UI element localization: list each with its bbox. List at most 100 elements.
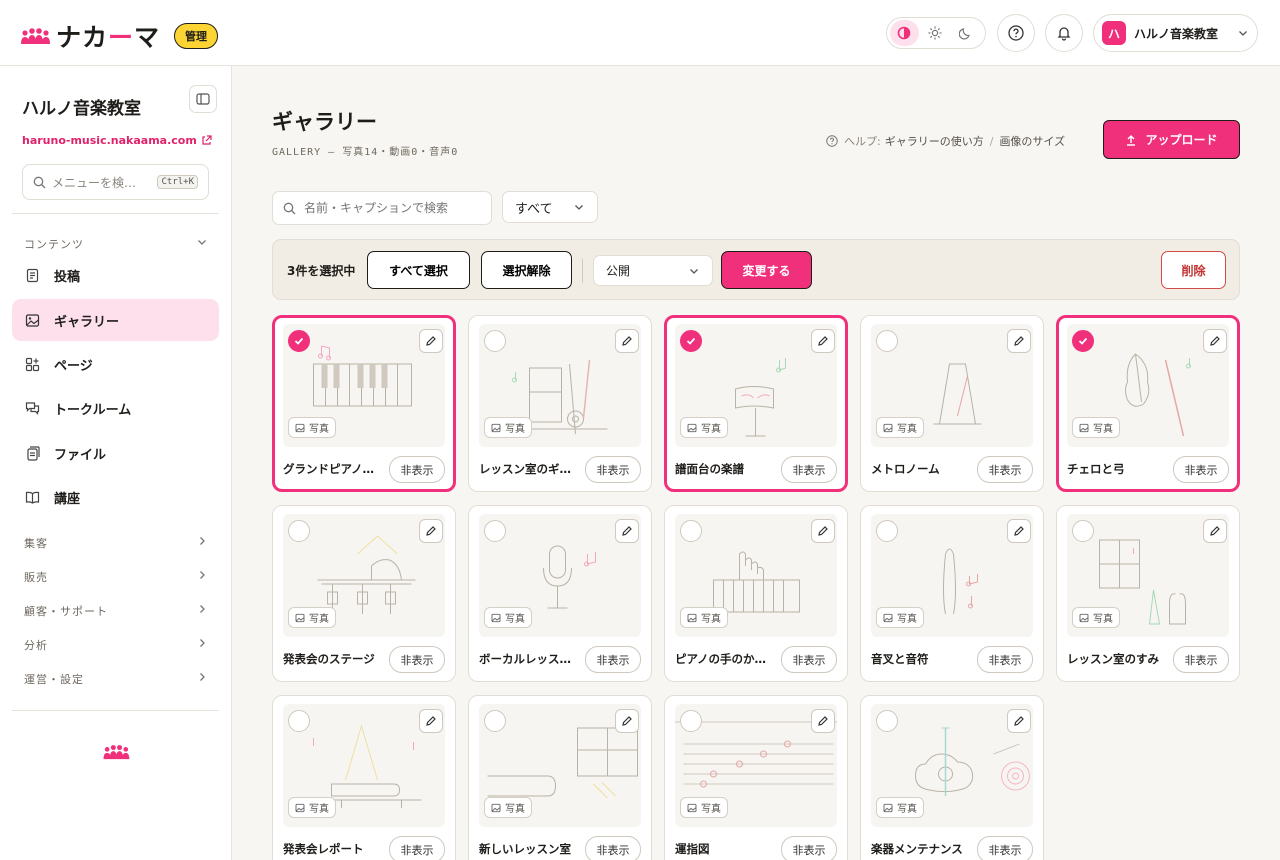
gallery-card[interactable]: 写真 音叉と音符 非表示 [860,505,1044,682]
hide-button[interactable]: 非表示 [585,646,641,673]
menu-search-input[interactable]: メニューを検… Ctrl+K [22,164,209,200]
brand-logo[interactable]: ナカーマ 管理 [20,18,219,54]
gallery-search-input[interactable] [272,191,492,225]
gallery-card[interactable]: 写真 新しいレッスン室 非表示 [468,695,652,860]
hide-button[interactable]: 非表示 [585,836,641,860]
hide-button[interactable]: 非表示 [977,646,1033,673]
help-circle-icon [826,135,838,147]
edit-button[interactable] [1007,519,1031,543]
gallery-card[interactable]: 写真 発表会レポート 非表示 [272,695,456,860]
collapse-sidebar-button[interactable] [189,85,217,113]
chevron-down-icon [1239,31,1247,36]
visibility-select[interactable]: 公開 [593,255,713,286]
edit-button[interactable] [419,519,443,543]
theme-dark-button[interactable] [951,20,980,46]
select-checkbox[interactable] [680,710,702,732]
section-analytics[interactable]: 分析 [24,637,48,653]
section-customer-support[interactable]: 顧客・サポート [24,603,108,619]
edit-button[interactable] [811,709,835,733]
gallery-card[interactable]: 写真 レッスン室のギ… 非表示 [468,315,652,492]
type-badge: 写真 [484,797,532,818]
type-filter-select[interactable]: すべて [502,191,598,223]
edit-button[interactable] [811,329,835,353]
gallery-card[interactable]: 写真 レッスン室のすみ 非表示 [1056,505,1240,682]
notifications-button[interactable] [1045,14,1083,52]
gallery-card[interactable]: 写真 ボーカルレッス… 非表示 [468,505,652,682]
hide-button[interactable]: 非表示 [389,646,445,673]
select-checkbox[interactable] [876,710,898,732]
edit-button[interactable] [419,329,443,353]
select-all-button[interactable]: すべて選択 [367,251,470,289]
help-button[interactable] [997,14,1035,52]
image-icon [883,803,893,812]
sidebar-item-pages[interactable]: ページ [12,343,219,385]
select-checkbox[interactable] [484,520,506,542]
theme-auto-button[interactable] [890,20,919,46]
edit-button[interactable] [1007,709,1031,733]
help-link-gallery-usage[interactable]: ギャラリーの使い方 [885,133,984,149]
select-checkbox[interactable] [288,330,310,352]
upload-button[interactable]: アップロード [1103,120,1240,159]
chevron-down-icon[interactable] [196,236,208,248]
site-url-link[interactable]: haruno-music.nakaama.com [22,134,212,147]
gallery-card[interactable]: 写真 発表会のステージ 非表示 [272,505,456,682]
gallery-card[interactable]: 写真 運指図 非表示 [664,695,848,860]
select-checkbox[interactable] [288,710,310,732]
select-checkbox[interactable] [680,330,702,352]
gallery-card[interactable]: 写真 譜面台の楽譜 非表示 [664,315,848,492]
hide-button[interactable]: 非表示 [389,456,445,483]
chevron-right-icon[interactable] [196,637,208,649]
select-checkbox[interactable] [1072,330,1094,352]
chevron-right-icon[interactable] [196,535,208,547]
edit-button[interactable] [615,329,639,353]
gallery-card[interactable]: 写真 グランドピアノ… 非表示 [272,315,456,492]
select-checkbox[interactable] [484,330,506,352]
select-checkbox[interactable] [288,520,310,542]
hide-button[interactable]: 非表示 [781,646,837,673]
edit-button[interactable] [615,519,639,543]
select-checkbox[interactable] [876,330,898,352]
select-checkbox[interactable] [1072,520,1094,542]
chevron-right-icon[interactable] [196,569,208,581]
sidebar-item-courses[interactable]: 講座 [12,476,219,518]
hide-button[interactable]: 非表示 [1173,646,1229,673]
edit-button[interactable] [1203,519,1227,543]
select-checkbox[interactable] [484,710,506,732]
gallery-card[interactable]: 写真 チェロと弓 非表示 [1056,315,1240,492]
account-menu[interactable]: ハ ハルノ音楽教室 [1093,14,1258,52]
theme-light-button[interactable] [921,20,950,46]
hide-button[interactable]: 非表示 [977,836,1033,860]
gallery-card[interactable]: 写真 楽器メンテナンス 非表示 [860,695,1044,860]
sidebar-item-posts[interactable]: 投稿 [12,254,219,296]
hide-button[interactable]: 非表示 [389,836,445,860]
edit-button[interactable] [1203,329,1227,353]
hide-button[interactable]: 非表示 [977,456,1033,483]
deselect-button[interactable]: 選択解除 [481,251,572,289]
sidebar-item-talkroom[interactable]: トークルーム [12,387,219,429]
gallery-card[interactable]: 写真 ピアノの手のか… 非表示 [664,505,848,682]
gallery-card[interactable]: 写真 メトロノーム 非表示 [860,315,1044,492]
pencil-icon [1014,336,1024,346]
edit-button[interactable] [615,709,639,733]
section-sales[interactable]: 販売 [24,569,48,585]
select-checkbox[interactable] [876,520,898,542]
hide-button[interactable]: 非表示 [1173,456,1229,483]
help-link-image-size[interactable]: 画像のサイズ [999,133,1065,149]
gallery-search-field[interactable] [304,201,474,215]
section-marketing[interactable]: 集客 [24,535,48,551]
chevron-right-icon[interactable] [196,671,208,683]
hide-button[interactable]: 非表示 [585,456,641,483]
hide-button[interactable]: 非表示 [781,456,837,483]
section-operations-settings[interactable]: 運営・設定 [24,671,84,687]
chevron-right-icon[interactable] [196,603,208,615]
edit-button[interactable] [1007,329,1031,353]
sidebar-item-gallery[interactable]: ギャラリー [12,299,219,341]
edit-button[interactable] [419,709,443,733]
hide-button[interactable]: 非表示 [781,836,837,860]
edit-button[interactable] [811,519,835,543]
sidebar-item-files[interactable]: ファイル [12,432,219,474]
delete-button[interactable]: 削除 [1161,251,1226,289]
apply-change-button[interactable]: 変更する [721,251,812,289]
section-content[interactable]: コンテンツ [24,236,84,252]
select-checkbox[interactable] [680,520,702,542]
